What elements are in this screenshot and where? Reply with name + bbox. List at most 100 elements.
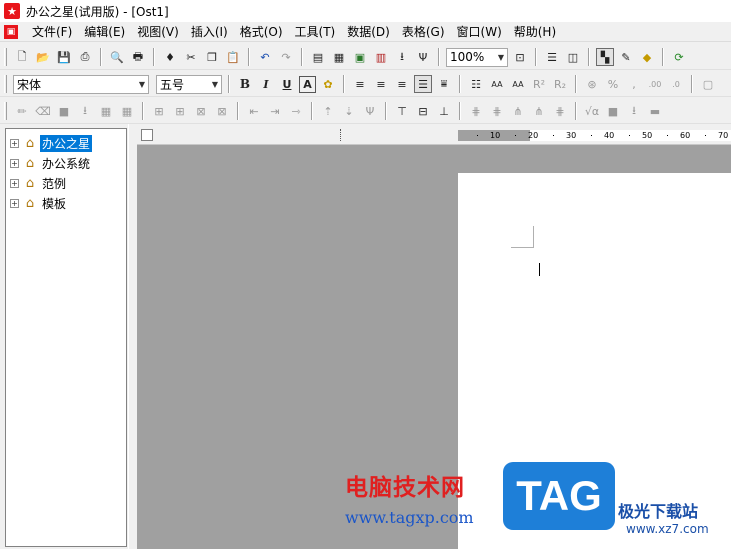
delete-row-icon[interactable]: ⊠ bbox=[192, 102, 210, 120]
menu-window[interactable]: 窗口(W) bbox=[451, 23, 508, 40]
edit-icon[interactable]: ✎ bbox=[617, 48, 635, 66]
menu-tools[interactable]: 工具(T) bbox=[289, 23, 342, 40]
merge-icon[interactable]: ▦ bbox=[97, 102, 115, 120]
subscript-icon[interactable]: R₂ bbox=[551, 75, 569, 93]
page-setup-icon[interactable]: ▤ bbox=[309, 48, 327, 66]
cut-icon[interactable]: ✂ bbox=[182, 48, 200, 66]
menu-file[interactable]: 文件(F) bbox=[26, 23, 78, 40]
fill-color-icon[interactable]: ■ bbox=[604, 102, 622, 120]
layout-horizontal-icon[interactable]: ☰ bbox=[543, 48, 561, 66]
expand-icon[interactable]: + bbox=[10, 198, 19, 208]
panel-toggle-icon[interactable]: ▚ bbox=[596, 48, 614, 66]
print-icon[interactable]: 🖶 bbox=[129, 48, 147, 66]
delete-col-icon[interactable]: ⊠ bbox=[213, 102, 231, 120]
grid-icon[interactable]: ⋕ bbox=[551, 102, 569, 120]
align-middle-icon[interactable]: ⊟ bbox=[414, 102, 432, 120]
horizontal-ruler[interactable]: 10 20 30 40 50 60 70 bbox=[137, 125, 731, 145]
line-spacing-icon[interactable]: ☷ bbox=[467, 75, 485, 93]
split-icon[interactable]: ▦ bbox=[118, 102, 136, 120]
percent-icon[interactable]: % bbox=[604, 75, 622, 93]
bold-button[interactable]: B bbox=[236, 75, 254, 93]
move-down-icon[interactable]: ⇣ bbox=[340, 102, 358, 120]
expand-icon[interactable]: + bbox=[10, 158, 19, 168]
copy-icon[interactable]: ❐ bbox=[203, 48, 221, 66]
toolbar-grip[interactable] bbox=[4, 75, 7, 93]
align-center-icon[interactable]: ≡ bbox=[372, 75, 390, 93]
char-spacing-decrease-icon[interactable]: AA bbox=[509, 75, 527, 93]
tree-item-office-system[interactable]: + ⌂ 办公系统 bbox=[10, 154, 92, 172]
print-setup-icon[interactable]: ⎙ bbox=[76, 48, 94, 66]
toolbar-grip[interactable] bbox=[4, 102, 7, 120]
currency-icon[interactable]: ⊛ bbox=[583, 75, 601, 93]
menu-data[interactable]: 数据(D) bbox=[341, 23, 396, 40]
formula-icon[interactable]: √α bbox=[583, 102, 601, 120]
menu-table[interactable]: 表格(G) bbox=[396, 23, 451, 40]
folder-icon[interactable]: ▬ bbox=[646, 102, 664, 120]
chart-icon[interactable]: ▥ bbox=[372, 48, 390, 66]
menu-insert[interactable]: 插入(I) bbox=[185, 23, 234, 40]
justify-icon[interactable]: ☰ bbox=[414, 75, 432, 93]
insert-row-icon[interactable]: ⊞ bbox=[150, 102, 168, 120]
move-right-icon[interactable]: ⇥ bbox=[266, 102, 284, 120]
highlight-icon[interactable]: ◆ bbox=[638, 48, 656, 66]
menu-help[interactable]: 帮助(H) bbox=[508, 23, 562, 40]
star-app-icon[interactable]: ★ bbox=[4, 3, 20, 19]
tree-item-office-star[interactable]: + ⌂ 办公之星 bbox=[10, 134, 93, 152]
col-width-icon[interactable]: ⋔ bbox=[509, 102, 527, 120]
zoom-fit-icon[interactable]: ⊡ bbox=[511, 48, 529, 66]
menu-format[interactable]: 格式(O) bbox=[234, 23, 289, 40]
undo-icon[interactable]: ↶ bbox=[256, 48, 274, 66]
zoom-select[interactable]: 100% ▼ bbox=[446, 47, 508, 67]
font-color-icon[interactable]: ✿ bbox=[319, 75, 337, 93]
eraser-icon[interactable]: ⌫ bbox=[34, 102, 52, 120]
save-icon[interactable]: 💾 bbox=[55, 48, 73, 66]
char-spacing-increase-icon[interactable]: AA bbox=[488, 75, 506, 93]
lock-icon[interactable]: ▢ bbox=[699, 75, 717, 93]
move-up-icon[interactable]: ⇡ bbox=[319, 102, 337, 120]
sort-icon[interactable]: ⭳ bbox=[625, 102, 643, 120]
anchor-icon[interactable]: Ψ bbox=[361, 102, 379, 120]
comma-icon[interactable]: , bbox=[625, 75, 643, 93]
char-border-button[interactable]: A bbox=[299, 75, 316, 93]
row-height-icon[interactable]: ⋔ bbox=[530, 102, 548, 120]
toolbar-grip[interactable] bbox=[4, 48, 7, 66]
paste-icon[interactable]: 📋 bbox=[224, 48, 242, 66]
open-icon[interactable]: 📂 bbox=[34, 48, 52, 66]
align-right-icon[interactable]: ≡ bbox=[393, 75, 411, 93]
find-icon[interactable]: ♦ bbox=[161, 48, 179, 66]
expand-icon[interactable]: + bbox=[10, 138, 19, 148]
image-icon[interactable]: ▣ bbox=[351, 48, 369, 66]
menu-edit[interactable]: 编辑(E) bbox=[78, 23, 131, 40]
move-left-icon[interactable]: ⇤ bbox=[245, 102, 263, 120]
panel-splitter[interactable] bbox=[128, 124, 136, 549]
symbol-icon[interactable]: Ψ bbox=[414, 48, 432, 66]
sort-down-icon[interactable]: ⭳ bbox=[76, 102, 94, 120]
superscript-icon[interactable]: R² bbox=[530, 75, 548, 93]
italic-button[interactable]: I bbox=[257, 75, 275, 93]
document-icon[interactable]: ▣ bbox=[4, 24, 18, 39]
move-end-icon[interactable]: ⇾ bbox=[287, 102, 305, 120]
distribute-rows-icon[interactable]: ⋕ bbox=[467, 102, 485, 120]
align-bottom-icon[interactable]: ⊥ bbox=[435, 102, 453, 120]
insert-field-icon[interactable]: ⭳ bbox=[393, 48, 411, 66]
insert-col-icon[interactable]: ⊞ bbox=[171, 102, 189, 120]
cell-shade-icon[interactable]: ■ bbox=[55, 102, 73, 120]
distribute-icon[interactable]: ⩸ bbox=[435, 75, 453, 93]
print-preview-icon[interactable]: 🔍 bbox=[108, 48, 126, 66]
distribute-cols-icon[interactable]: ⋕ bbox=[488, 102, 506, 120]
layout-vertical-icon[interactable]: ◫ bbox=[564, 48, 582, 66]
tree-item-examples[interactable]: + ⌂ 范例 bbox=[10, 174, 68, 192]
refresh-icon[interactable]: ⟳ bbox=[670, 48, 688, 66]
font-name-select[interactable]: 宋体 ▼ bbox=[13, 74, 149, 94]
redo-icon[interactable]: ↷ bbox=[277, 48, 295, 66]
decimal-increase-icon[interactable]: .00 bbox=[646, 75, 664, 93]
new-icon[interactable]: 🗋 bbox=[13, 48, 31, 66]
font-size-select[interactable]: 五号 ▼ bbox=[156, 74, 222, 94]
menu-view[interactable]: 视图(V) bbox=[131, 23, 185, 40]
underline-button[interactable]: U bbox=[278, 75, 296, 93]
align-left-icon[interactable]: ≡ bbox=[351, 75, 369, 93]
table-icon[interactable]: ▦ bbox=[330, 48, 348, 66]
pencil-icon[interactable]: ✏ bbox=[13, 102, 31, 120]
ruler-corner[interactable] bbox=[141, 129, 153, 141]
align-top-icon[interactable]: ⊤ bbox=[393, 102, 411, 120]
